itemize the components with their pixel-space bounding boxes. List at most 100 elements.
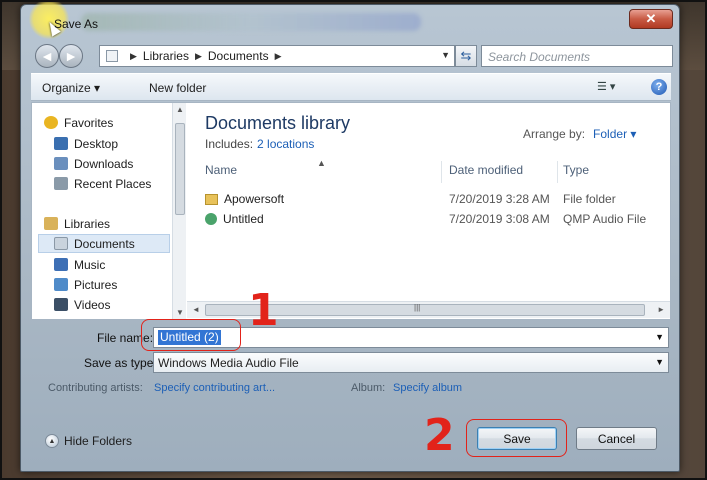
sidebar-item-label: Favorites [64,115,114,130]
sidebar-item-documents[interactable]: Documents [38,234,170,253]
sidebar-item-label: Videos [74,297,111,312]
contributing-artists-label: Contributing artists: [48,382,143,394]
audio-file-icon [205,213,217,225]
refresh-button[interactable]: ⇆ [455,45,477,67]
sidebar-item-desktop[interactable]: Desktop [54,134,118,153]
chevron-up-icon: ▲ [45,434,59,448]
browser-pane: Favorites Desktop Downloads Recent Place… [31,102,671,320]
arrange-by-dropdown[interactable]: Folder ▾ [593,127,636,141]
sort-ascending-icon: ▲ [317,158,326,168]
sidebar-item-label: Recent Places [74,176,152,191]
sidebar-item-videos[interactable]: Videos [54,295,110,314]
save-as-dialog: Save As ✕ ◄ ► ▶ Libraries ▶ Documents ▶ … [20,0,680,472]
sidebar-item-recent-places[interactable]: Recent Places [54,174,151,193]
blurred-title-area [81,13,421,31]
navigation-scrollbar[interactable]: ▲ ▼ [172,103,186,319]
close-button[interactable]: ✕ [629,9,673,29]
file-type: QMP Audio File [563,212,647,226]
annotation-step-1: 1 [248,285,279,336]
includes-label: Includes: [205,137,254,151]
pictures-icon [54,278,68,291]
library-title: Documents library [205,113,351,133]
scroll-right-icon[interactable]: ► [657,305,665,314]
sidebar-item-label: Documents [74,236,135,251]
sidebar-item-label: Pictures [74,277,118,292]
address-bar[interactable]: ▶ Libraries ▶ Documents ▶ ▼ [99,45,455,67]
libraries-icon [44,217,58,230]
file-date: 7/20/2019 3:28 AM [449,192,550,206]
view-options-button[interactable]: ☰ ▾ [597,80,615,93]
file-type: File folder [563,192,616,206]
help-icon[interactable]: ? [651,79,667,95]
file-name-cell: Untitled [205,212,264,226]
sidebar-item-label: Downloads [74,156,134,171]
folder-icon [205,193,218,205]
search-input[interactable]: Search Documents [481,45,673,67]
title-bar[interactable]: Save As ✕ [21,0,679,39]
grip-icon: ||| [414,303,421,312]
album-label: Album: [351,382,386,394]
sidebar-item-label: Music [74,257,106,272]
breadcrumb-documents[interactable]: Documents [208,49,269,63]
sidebar-item-music[interactable]: Music [54,255,105,274]
refresh-icon: ⇆ [460,48,472,63]
scroll-down-icon[interactable]: ▼ [176,308,184,317]
file-name-cell: Apowersoft [205,192,284,206]
chevron-right-icon[interactable]: ▶ [275,51,282,62]
column-divider[interactable] [557,161,558,183]
sidebar-item-label: Libraries [64,216,111,231]
videos-icon [54,298,68,311]
downloads-icon [54,157,68,170]
scroll-left-icon[interactable]: ◄ [192,305,200,314]
arrange-label: Arrange by: [523,127,586,141]
forward-button[interactable]: ► [59,44,83,68]
file-name: Apowersoft [224,192,285,206]
annotation-step-2: 2 [424,410,455,461]
sidebar-item-downloads[interactable]: Downloads [54,154,133,173]
sidebar-item-favorites[interactable]: Favorites [44,113,113,132]
scroll-up-icon[interactable]: ▲ [176,105,184,114]
annotation-highlight-filename [141,319,241,351]
navigation-bar: ◄ ► ▶ Libraries ▶ Documents ▶ ▼ ⇆ Search… [21,41,679,98]
file-row[interactable]: Apowersoft 7/20/2019 3:28 AM File folder [187,189,670,209]
hide-folders-button[interactable]: ▲ Hide Folders [45,434,132,448]
column-header-name[interactable]: Name [205,163,237,183]
breadcrumb-libraries[interactable]: Libraries [143,49,189,63]
chevron-right-icon[interactable]: ▶ [130,51,137,62]
organize-menu[interactable]: Organize ▾ [42,81,100,95]
file-row[interactable]: Untitled 7/20/2019 3:08 AM QMP Audio Fil… [187,209,670,229]
chevron-down-icon[interactable]: ▼ [441,50,450,60]
hide-folders-label: Hide Folders [64,434,133,448]
file-date: 7/20/2019 3:08 AM [449,212,550,226]
chevron-down-icon[interactable]: ▼ [655,357,664,367]
file-name: Untitled [223,212,264,226]
sidebar-item-pictures[interactable]: Pictures [54,275,117,294]
window-title: Save As [54,17,99,31]
new-folder-button[interactable]: New folder [149,81,206,95]
column-divider[interactable] [441,161,442,183]
save-as-type-select[interactable]: Windows Media Audio File ▼ [153,352,669,373]
sidebar-item-libraries[interactable]: Libraries [44,214,110,233]
music-icon [54,258,68,271]
column-header-type[interactable]: Type [563,163,589,183]
column-header-date[interactable]: Date modified [449,163,523,183]
library-icon [106,50,118,62]
cancel-button[interactable]: Cancel [576,427,657,450]
contributing-artists-field[interactable]: Specify contributing art... [154,382,275,394]
star-icon [44,116,58,129]
recent-places-icon [54,177,68,190]
documents-icon [54,237,68,250]
scrollbar-thumb[interactable] [175,123,185,215]
back-button[interactable]: ◄ [35,44,59,68]
arrange-by: Arrange by: Folder ▾ [523,127,636,141]
chevron-down-icon[interactable]: ▼ [655,332,664,342]
locations-link[interactable]: 2 locations [257,137,314,151]
savetype-label: Save as type: [84,356,157,370]
desktop-icon [54,137,68,150]
chevron-right-icon[interactable]: ▶ [195,51,202,62]
command-toolbar: Organize ▾ New folder ☰ ▾ ? [31,73,671,101]
album-field[interactable]: Specify album [393,382,462,394]
savetype-value: Windows Media Audio File [158,356,299,370]
annotation-highlight-save [466,419,567,457]
sidebar-item-label: Desktop [74,136,119,151]
